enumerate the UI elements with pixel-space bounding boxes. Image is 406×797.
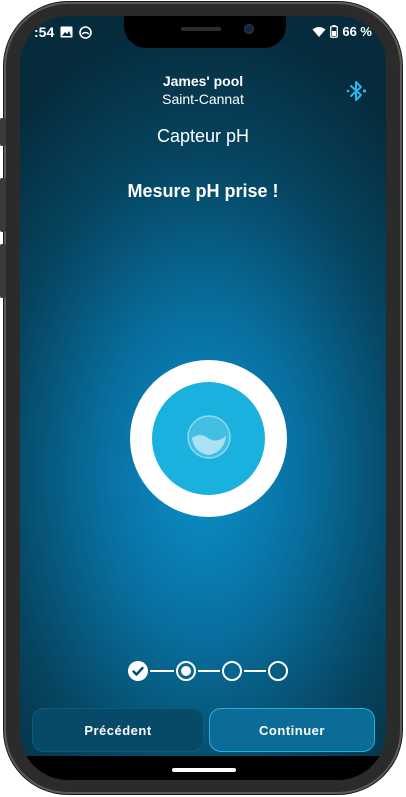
- status-bar-right: 66 %: [312, 24, 372, 39]
- step-connector: [150, 670, 174, 672]
- water-drop-icon: [187, 415, 231, 459]
- step-connector: [198, 670, 220, 672]
- side-button-mute: [0, 118, 6, 146]
- current-step-dot: [181, 666, 191, 676]
- status-bar-left: :54: [34, 24, 93, 40]
- image-notification-icon: [60, 26, 73, 38]
- page-title: Capteur pH: [156, 126, 250, 146]
- step-connector: [244, 670, 266, 672]
- side-button-volume-up: [0, 178, 6, 232]
- previous-button-label: Précédent: [84, 722, 152, 738]
- measurement-indicator: [130, 360, 287, 517]
- continue-button[interactable]: Continuer: [209, 708, 375, 752]
- side-button-volume-down: [0, 244, 6, 298]
- previous-button[interactable]: Précédent: [32, 708, 204, 752]
- measurement-indicator-core: [152, 382, 265, 495]
- measurement-status-message: Mesure pH prise !: [127, 181, 279, 201]
- front-camera: [244, 24, 254, 34]
- bluetooth-icon[interactable]: [345, 79, 369, 103]
- check-icon: [132, 666, 144, 676]
- battery-percentage: 66 %: [342, 24, 372, 39]
- step-3-pending: [222, 661, 242, 681]
- battery-icon: [330, 25, 339, 38]
- continue-button-label: Continuer: [259, 722, 325, 738]
- app-notification-icon: [79, 25, 93, 39]
- step-4-pending: [268, 661, 288, 681]
- status-time: :54: [34, 24, 55, 40]
- pool-location: Saint-Cannat: [162, 91, 244, 107]
- app-screen: :54 66 % James' pool Saint-Cannat Capteu…: [20, 16, 386, 780]
- pool-name: James' pool: [162, 73, 244, 89]
- progress-stepper: [128, 661, 288, 681]
- notch: [124, 16, 286, 48]
- navigation-buttons: Précédent Continuer: [20, 706, 386, 756]
- step-2-current: [176, 661, 196, 681]
- wifi-icon: [312, 26, 326, 37]
- home-indicator[interactable]: [172, 768, 236, 772]
- speaker-grille: [181, 27, 221, 31]
- step-1-completed: [128, 661, 148, 681]
